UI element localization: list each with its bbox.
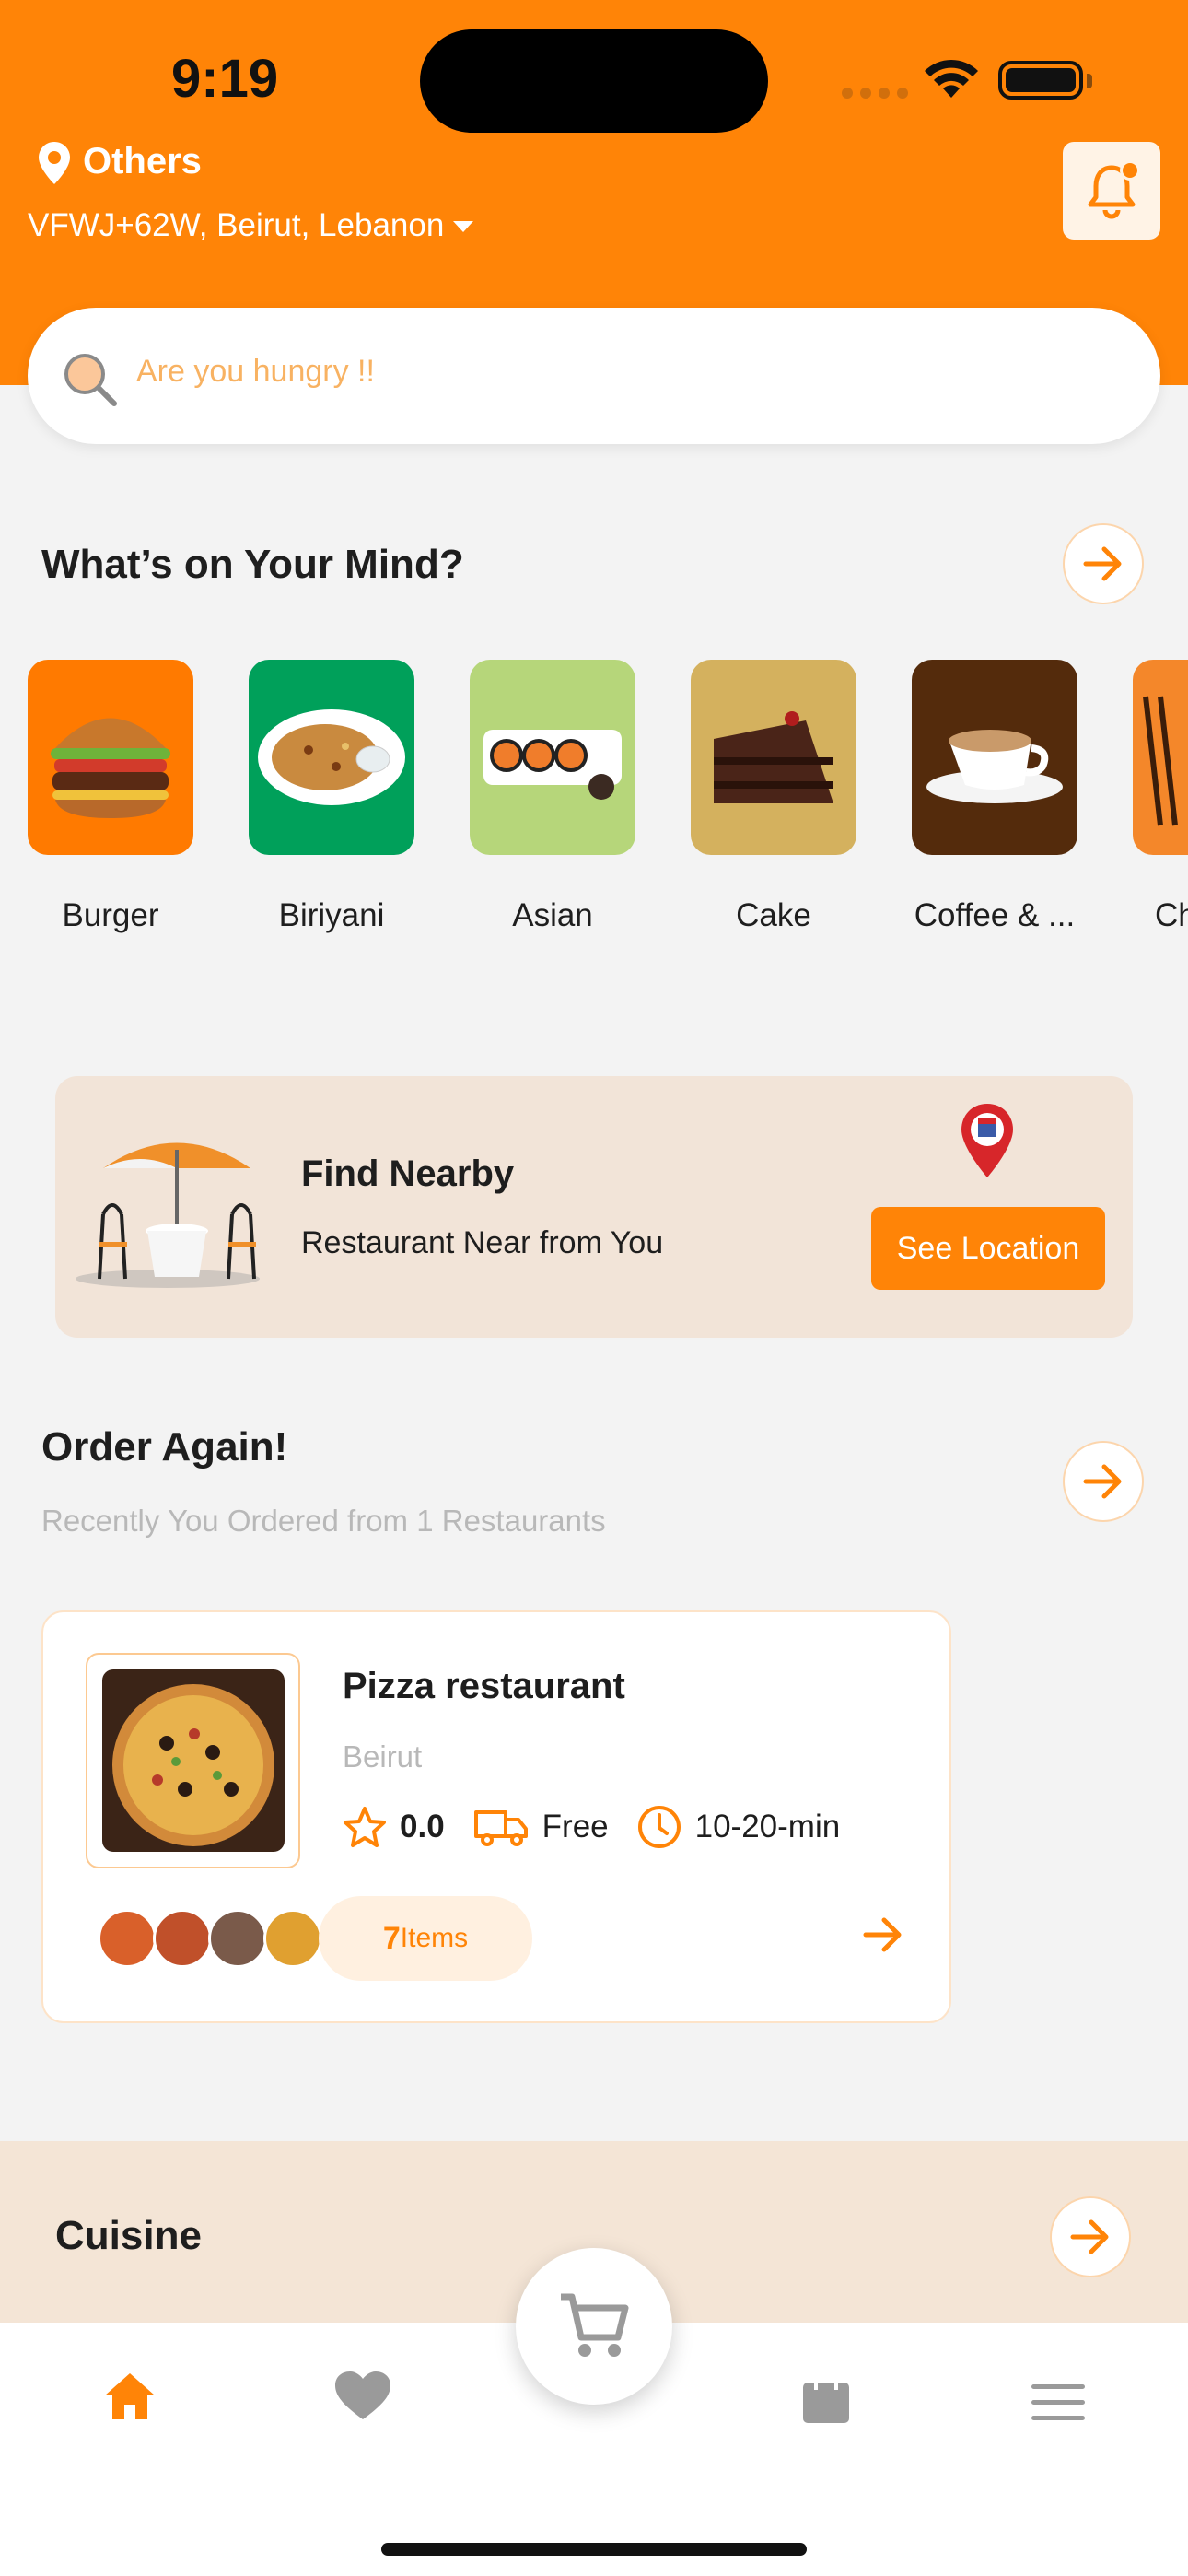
- burger-image: [28, 660, 193, 855]
- items-count: 7: [382, 1920, 401, 1956]
- category-label: Ch: [1155, 897, 1188, 933]
- order-again-title: Order Again!: [41, 1424, 288, 1469]
- signal-icon: [842, 88, 908, 99]
- category-label: Burger: [62, 897, 159, 933]
- category-burger[interactable]: Burger: [28, 660, 193, 934]
- item-thumb: [153, 1909, 212, 1968]
- address-selector[interactable]: VFWJ+62W, Beirut, Lebanon: [28, 207, 444, 244]
- menu-icon[interactable]: [1031, 2384, 1085, 2421]
- category-cake[interactable]: Cake: [691, 660, 856, 934]
- mind-see-all-button[interactable]: [1063, 523, 1144, 604]
- delivery-fee: Free: [542, 1809, 609, 1844]
- category-label: Biriyani: [278, 897, 385, 933]
- battery-icon: [998, 61, 1083, 100]
- restaurant-name[interactable]: Pizza restaurant: [343, 1666, 625, 1707]
- category-biriyani[interactable]: Biriyani: [249, 660, 414, 934]
- restaurant-table-illustration: [76, 1142, 260, 1288]
- status-time: 9:19: [171, 49, 279, 109]
- see-location-button[interactable]: See Location: [871, 1207, 1105, 1290]
- star-icon: [344, 1807, 386, 1847]
- item-thumb: [98, 1909, 157, 1968]
- find-nearby-title: Find Nearby: [301, 1153, 515, 1194]
- item-thumb: [208, 1909, 267, 1968]
- asian-image: [470, 660, 635, 855]
- battery-tip: [1087, 74, 1092, 88]
- arrow-right-icon[interactable]: [862, 1916, 904, 1953]
- bag-icon[interactable]: [801, 2368, 851, 2425]
- home-indicator: [381, 2543, 807, 2556]
- biriyani-image: [249, 660, 414, 855]
- home-icon[interactable]: [101, 2370, 158, 2423]
- pizza-image: [101, 1669, 285, 1852]
- restaurant-image-frame: [86, 1653, 300, 1868]
- cake-image: [691, 660, 856, 855]
- restaurant-rating: 0.0: [400, 1809, 445, 1844]
- chevron-down-icon[interactable]: [453, 221, 473, 232]
- cuisine-title: Cuisine: [55, 2213, 202, 2258]
- section-title-mind: What’s on Your Mind?: [41, 542, 464, 587]
- category-coffee[interactable]: Coffee & ...: [912, 660, 1077, 934]
- category-label: Cake: [736, 897, 811, 933]
- category-label: Coffee & ...: [914, 897, 1076, 933]
- notification-button[interactable]: [1063, 142, 1160, 240]
- dynamic-island: [420, 29, 768, 133]
- location-pin-icon: [39, 142, 70, 184]
- category-asian[interactable]: Asian: [470, 660, 635, 934]
- item-thumb: [263, 1909, 322, 1968]
- search-input[interactable]: [136, 354, 965, 390]
- location-label[interactable]: Others: [83, 141, 202, 182]
- items-count-badge[interactable]: 7 Items: [319, 1896, 532, 1981]
- delivery-time: 10-20-min: [694, 1809, 841, 1844]
- cart-icon: [561, 2293, 629, 2357]
- heart-icon[interactable]: [333, 2370, 392, 2423]
- cuisine-see-all-button[interactable]: [1050, 2196, 1131, 2277]
- category-list: Burger Biriyani Asian Cake Coffee & ... …: [0, 660, 1188, 954]
- notification-badge: [1120, 160, 1140, 181]
- coffee-image: [912, 660, 1077, 855]
- wifi-icon: [925, 59, 978, 98]
- category-image: [1133, 660, 1188, 855]
- arrow-right-icon: [1070, 2219, 1109, 2254]
- delivery-truck-icon: [473, 1810, 528, 1846]
- restaurant-meta: 0.0 Free 10-20-min: [343, 1804, 868, 1850]
- search-icon: [64, 354, 117, 406]
- find-nearby-subtitle: Restaurant Near from You: [301, 1225, 664, 1260]
- clock-icon: [637, 1806, 681, 1848]
- category-label: Asian: [512, 897, 593, 933]
- ordered-items-thumbs: [98, 1909, 322, 1968]
- map-pin-icon: [961, 1104, 1013, 1177]
- restaurant-city: Beirut: [343, 1739, 423, 1774]
- category-partial[interactable]: Ch: [1133, 660, 1188, 934]
- cart-button[interactable]: [516, 2248, 672, 2405]
- arrow-right-icon: [1083, 546, 1122, 581]
- order-again-see-all-button[interactable]: [1063, 1441, 1144, 1522]
- order-again-subtitle: Recently You Ordered from 1 Restaurants: [41, 1504, 606, 1538]
- arrow-right-icon: [1083, 1464, 1122, 1499]
- items-label: Items: [400, 1923, 469, 1953]
